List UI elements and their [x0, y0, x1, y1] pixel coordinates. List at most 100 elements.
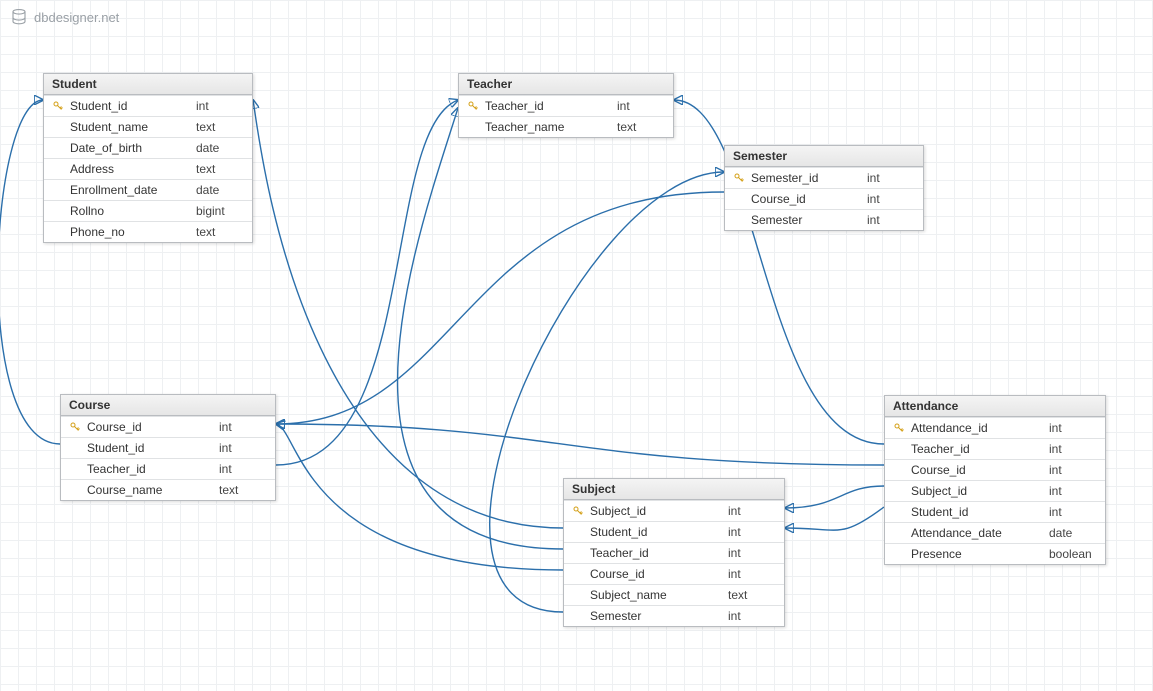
column-name: Semester — [747, 213, 867, 227]
column-type: int — [728, 525, 778, 539]
column-name: Attendance_id — [907, 421, 1049, 435]
column-type: date — [196, 141, 246, 155]
column-name: Course_id — [83, 420, 219, 434]
connector-attendance-student-to-student — [785, 507, 884, 530]
primary-key-icon — [731, 172, 747, 184]
table-header[interactable]: Subject — [564, 479, 784, 500]
table-row[interactable]: Addresstext — [44, 158, 252, 179]
column-name: Attendance_date — [907, 526, 1049, 540]
table-teacher[interactable]: TeacherTeacher_idintTeacher_nametext — [458, 73, 674, 138]
table-header[interactable]: Attendance — [885, 396, 1105, 417]
column-type: int — [1049, 505, 1099, 519]
column-type: text — [728, 588, 778, 602]
table-header[interactable]: Course — [61, 395, 275, 416]
table-row[interactable]: Student_idint — [885, 501, 1105, 522]
connector-course-teacher-to-teacher — [276, 100, 458, 465]
column-name: Student_id — [586, 525, 728, 539]
column-type: bigint — [196, 204, 246, 218]
column-name: Teacher_name — [481, 120, 617, 134]
column-name: Presence — [907, 547, 1049, 561]
table-row[interactable]: Course_idint — [564, 563, 784, 584]
table-row[interactable]: Student_idint — [44, 95, 252, 116]
table-row[interactable]: Semesterint — [725, 209, 923, 230]
table-row[interactable]: Attendance_datedate — [885, 522, 1105, 543]
connector-subject-student-to-student — [253, 100, 563, 528]
column-name: Subject_name — [586, 588, 728, 602]
primary-key-icon — [67, 421, 83, 433]
table-row[interactable]: Subject_nametext — [564, 584, 784, 605]
table-row[interactable]: Subject_idint — [885, 480, 1105, 501]
column-type: int — [728, 567, 778, 581]
column-type: int — [728, 504, 778, 518]
table-semester[interactable]: SemesterSemester_idintCourse_idintSemest… — [724, 145, 924, 231]
table-row[interactable]: Student_idint — [564, 521, 784, 542]
table-row[interactable]: Course_idint — [885, 459, 1105, 480]
column-type: date — [196, 183, 246, 197]
column-name: Subject_id — [586, 504, 728, 518]
brand-text: dbdesigner.net — [34, 10, 119, 25]
column-name: Semester_id — [747, 171, 867, 185]
column-type: int — [728, 609, 778, 623]
column-type: int — [219, 462, 269, 476]
table-row[interactable]: Teacher_idint — [61, 458, 275, 479]
primary-key-icon — [50, 100, 66, 112]
column-name: Student_id — [66, 99, 196, 113]
connector-attendance-course-to-course — [276, 424, 884, 465]
column-type: int — [196, 99, 246, 113]
table-row[interactable]: Presenceboolean — [885, 543, 1105, 564]
column-name: Student_id — [83, 441, 219, 455]
table-course[interactable]: CourseCourse_idintStudent_idintTeacher_i… — [60, 394, 276, 501]
column-type: int — [1049, 421, 1099, 435]
column-name: Subject_id — [907, 484, 1049, 498]
column-type: text — [617, 120, 667, 134]
table-row[interactable]: Rollnobigint — [44, 200, 252, 221]
table-row[interactable]: Date_of_birthdate — [44, 137, 252, 158]
column-name: Student_id — [907, 505, 1049, 519]
table-row[interactable]: Teacher_idint — [564, 542, 784, 563]
column-type: int — [1049, 463, 1099, 477]
connector-attendance-subject-to-subject — [785, 486, 884, 508]
column-type: text — [196, 162, 246, 176]
column-type: int — [617, 99, 667, 113]
column-type: int — [219, 441, 269, 455]
column-name: Course_id — [747, 192, 867, 206]
column-name: Teacher_id — [481, 99, 617, 113]
column-name: Student_name — [66, 120, 196, 134]
brand-watermark: dbdesigner.net — [10, 8, 119, 26]
column-name: Course_id — [586, 567, 728, 581]
column-type: boolean — [1049, 547, 1099, 561]
table-row[interactable]: Teacher_idint — [459, 95, 673, 116]
table-row[interactable]: Enrollment_datedate — [44, 179, 252, 200]
column-type: text — [219, 483, 269, 497]
table-row[interactable]: Teacher_idint — [885, 438, 1105, 459]
database-icon — [10, 8, 28, 26]
table-row[interactable]: Semester_idint — [725, 167, 923, 188]
table-header[interactable]: Student — [44, 74, 252, 95]
table-row[interactable]: Teacher_nametext — [459, 116, 673, 137]
table-header[interactable]: Teacher — [459, 74, 673, 95]
connector-subject-course-to-course — [276, 424, 563, 570]
primary-key-icon — [570, 505, 586, 517]
table-row[interactable]: Subject_idint — [564, 500, 784, 521]
column-name: Teacher_id — [907, 442, 1049, 456]
table-attendance[interactable]: AttendanceAttendance_idintTeacher_idintC… — [884, 395, 1106, 565]
table-row[interactable]: Semesterint — [564, 605, 784, 626]
column-type: int — [728, 546, 778, 560]
table-row[interactable]: Student_idint — [61, 437, 275, 458]
column-name: Enrollment_date — [66, 183, 196, 197]
erd-canvas[interactable]: dbdesigner.net StudentStudent_idintStude… — [0, 0, 1153, 691]
table-student[interactable]: StudentStudent_idintStudent_nametextDate… — [43, 73, 253, 243]
column-type: text — [196, 225, 246, 239]
column-name: Address — [66, 162, 196, 176]
primary-key-icon — [891, 422, 907, 434]
table-row[interactable]: Phone_notext — [44, 221, 252, 242]
table-row[interactable]: Course_idint — [725, 188, 923, 209]
table-row[interactable]: Student_nametext — [44, 116, 252, 137]
table-row[interactable]: Course_idint — [61, 416, 275, 437]
column-name: Teacher_id — [586, 546, 728, 560]
table-row[interactable]: Attendance_idint — [885, 417, 1105, 438]
table-header[interactable]: Semester — [725, 146, 923, 167]
table-row[interactable]: Course_nametext — [61, 479, 275, 500]
table-subject[interactable]: SubjectSubject_idintStudent_idintTeacher… — [563, 478, 785, 627]
column-type: int — [867, 213, 917, 227]
